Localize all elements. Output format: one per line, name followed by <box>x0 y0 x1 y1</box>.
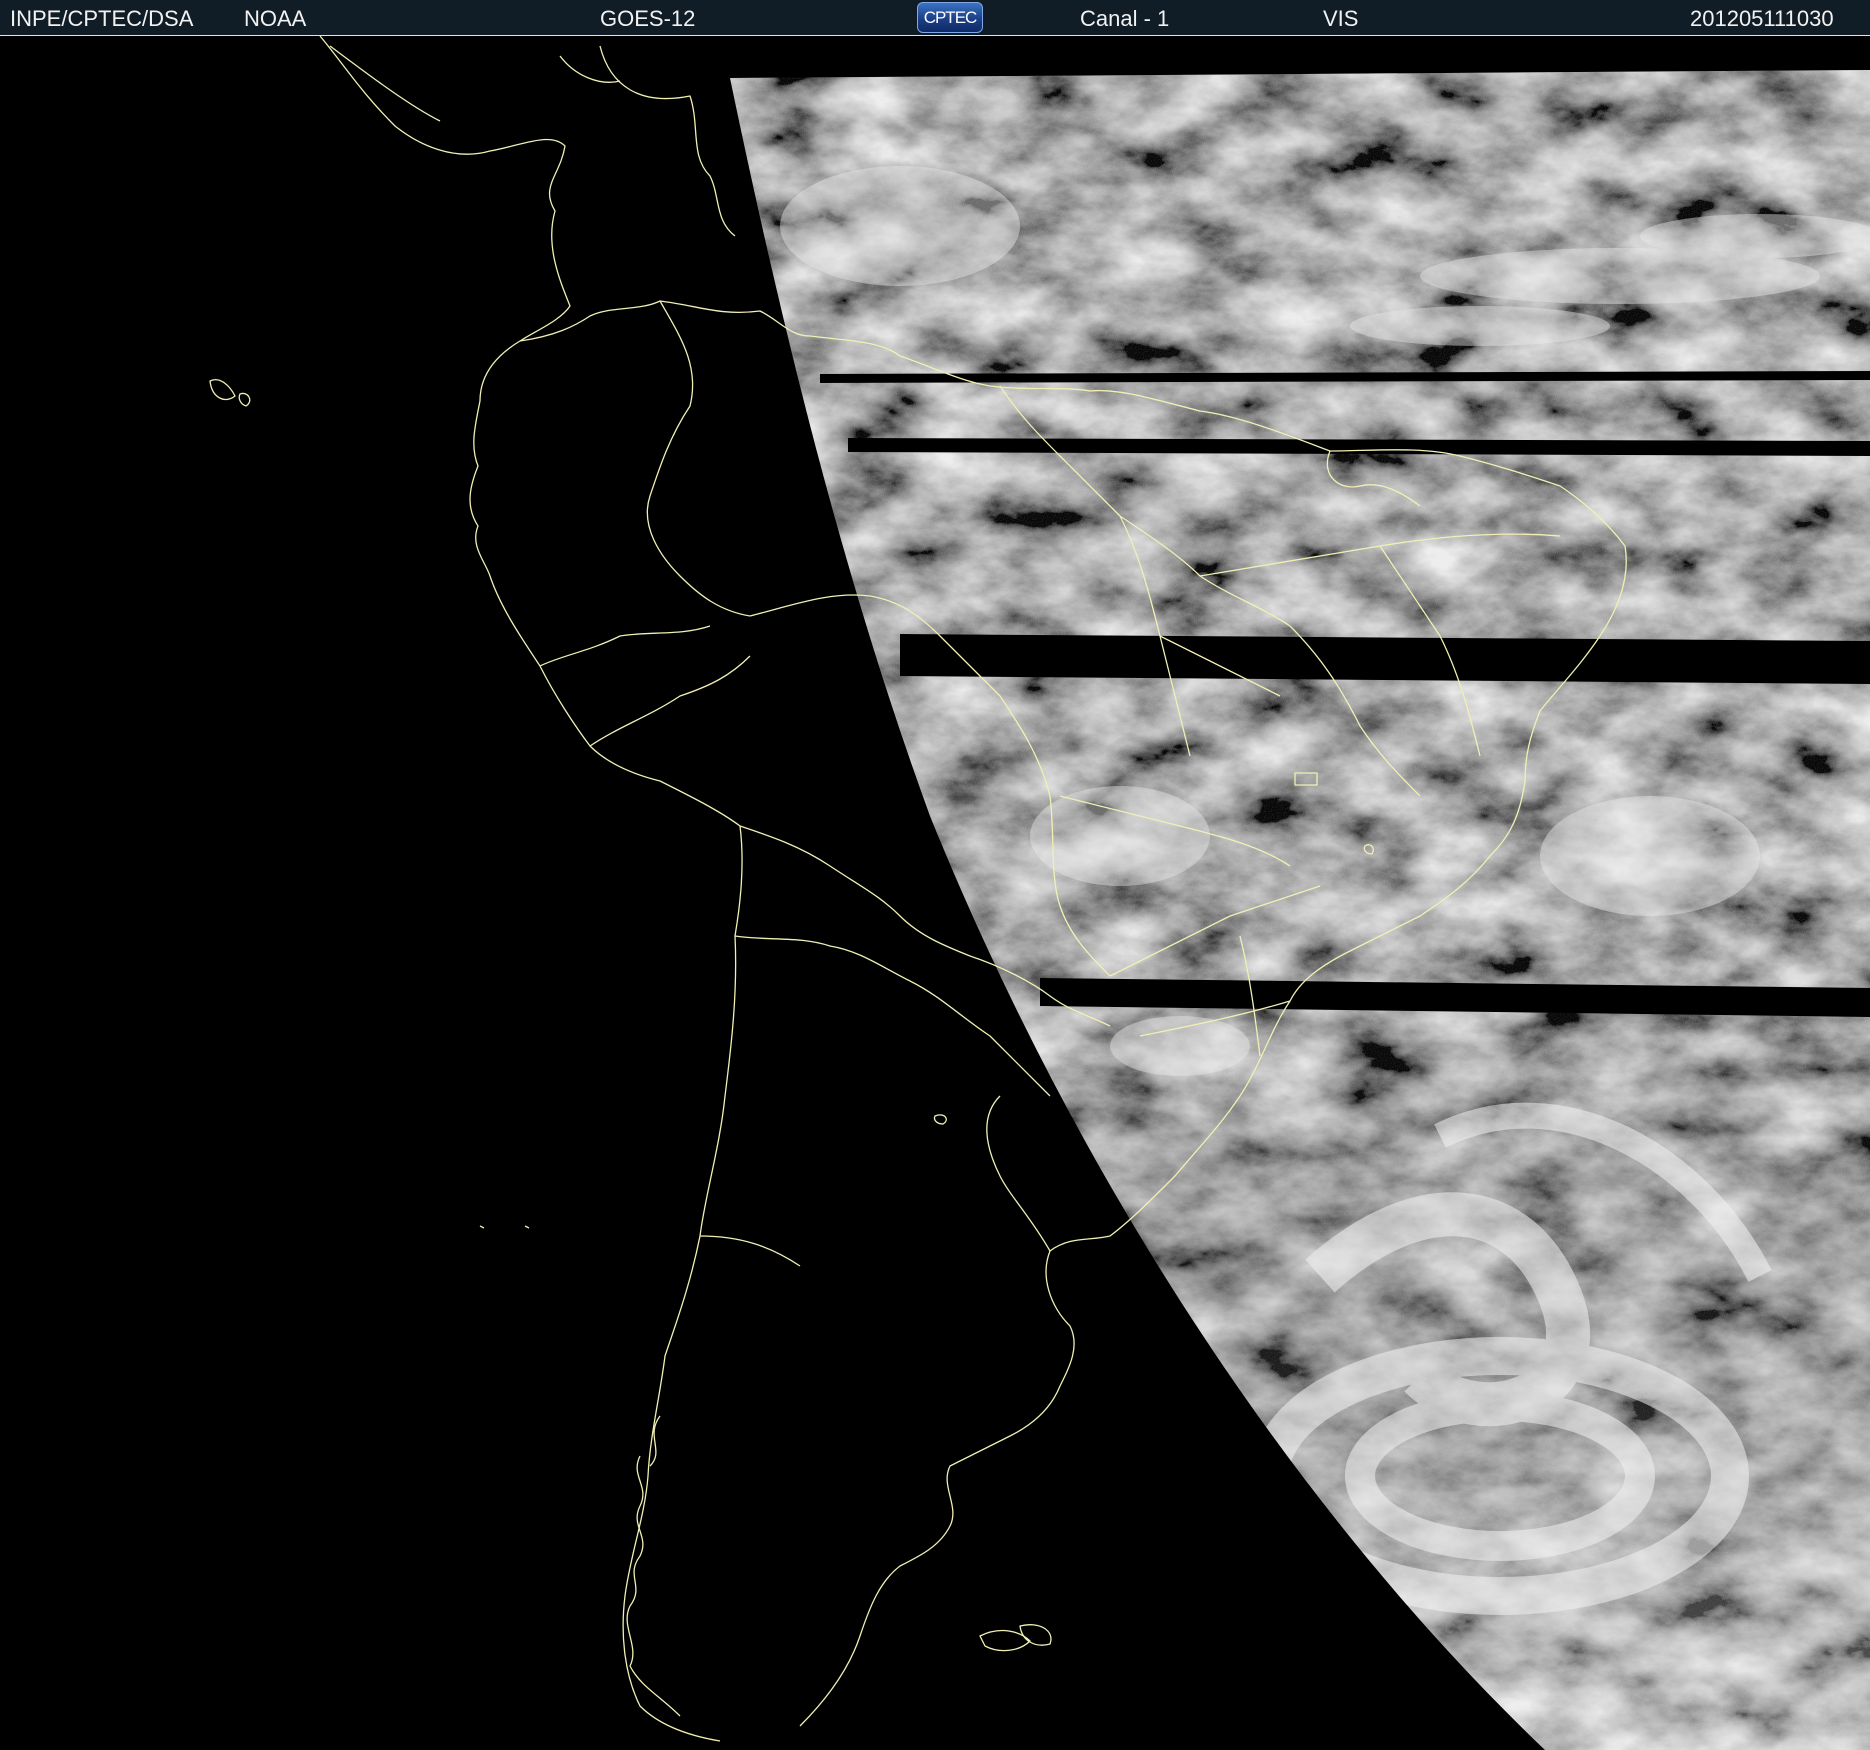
satellite-label: GOES-12 <box>600 6 696 31</box>
cptec-logo: CPTEC <box>917 2 983 33</box>
logo-text: CPTEC <box>923 8 978 27</box>
image-header-bar: INPE/CPTEC/DSA NOAA GOES-12 CPTEC Canal … <box>0 0 1870 36</box>
source-label: NOAA <box>244 6 307 31</box>
channel-label: Canal - 1 <box>1080 6 1170 31</box>
agency-label: INPE/CPTEC/DSA <box>10 6 194 31</box>
satellite-map-svg <box>0 36 1870 1750</box>
band-label: VIS <box>1323 6 1359 31</box>
timestamp-label: 201205111030 <box>1690 6 1834 31</box>
satellite-image <box>0 36 1870 1750</box>
